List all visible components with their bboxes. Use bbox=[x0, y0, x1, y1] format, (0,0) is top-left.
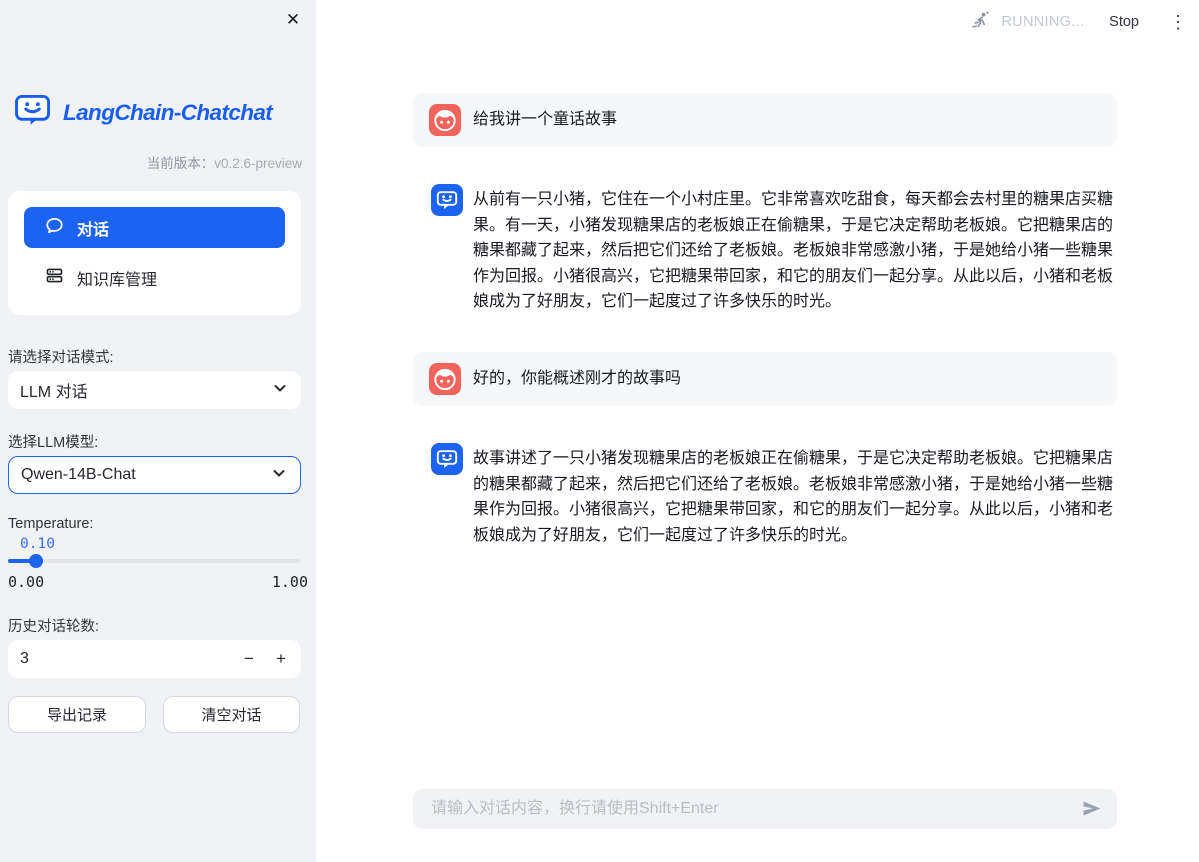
assistant-avatar bbox=[431, 443, 463, 475]
slider-thumb[interactable] bbox=[29, 554, 43, 568]
nav-item-label: 知识库管理 bbox=[77, 266, 157, 290]
chevron-down-icon bbox=[271, 379, 289, 402]
message-text: 从前有一只小猪，它住在一个小村庄里。它非常喜欢吃甜食，每天都会去村里的糖果店买糖… bbox=[473, 187, 1113, 315]
clear-dialogue-button[interactable]: 清空对话 bbox=[163, 696, 300, 733]
version-label: 当前版本： bbox=[147, 156, 215, 171]
history-rounds-input-group: − + bbox=[8, 640, 301, 678]
user-avatar bbox=[429, 363, 461, 395]
temperature-label: Temperature: bbox=[8, 516, 93, 532]
chat-bubble-icon bbox=[45, 216, 64, 240]
temperature-min: 0.00 bbox=[8, 573, 44, 591]
database-server-icon bbox=[45, 266, 64, 290]
kebab-menu-button[interactable]: ⋮ bbox=[1165, 13, 1191, 31]
running-status-text: RUNNING... bbox=[1001, 14, 1084, 30]
app-title: LangChain-Chatchat bbox=[63, 100, 272, 126]
export-history-button[interactable]: 导出记录 bbox=[8, 696, 146, 733]
version-info: 当前版本：v0.2.6-preview bbox=[147, 152, 302, 172]
history-rounds-label: 历史对话轮数: bbox=[8, 615, 99, 636]
slider-track[interactable] bbox=[8, 559, 300, 563]
header-status-area: RUNNING... Stop ⋮ bbox=[971, 0, 1191, 44]
user-message: 好的，你能概述刚才的故事吗 bbox=[413, 352, 1117, 406]
dialog-mode-select[interactable]: LLM 对话 bbox=[8, 371, 301, 409]
message-text: 给我讲一个童话故事 bbox=[473, 107, 617, 133]
chevron-down-icon bbox=[270, 464, 288, 487]
decrement-button[interactable]: − bbox=[233, 641, 265, 677]
nav-item-knowledge-base[interactable]: 知识库管理 bbox=[24, 257, 285, 298]
send-button[interactable] bbox=[1079, 797, 1105, 821]
temperature-value: 0.10 bbox=[20, 536, 55, 552]
llm-model-value: Qwen-14B-Chat bbox=[21, 466, 136, 484]
increment-button[interactable]: + bbox=[265, 641, 297, 677]
chat-input[interactable] bbox=[429, 799, 1079, 819]
nav-item-dialogue[interactable]: 对话 bbox=[24, 207, 285, 248]
message-text: 好的，你能概述刚才的故事吗 bbox=[473, 366, 681, 392]
version-value: v0.2.6-preview bbox=[214, 156, 302, 171]
running-man-icon bbox=[971, 11, 990, 34]
sidebar: ✕ LangChain-Chatchat 当前版本：v0.2.6-preview… bbox=[0, 0, 316, 862]
temperature-slider[interactable] bbox=[8, 554, 300, 568]
chat-input-bar bbox=[413, 789, 1117, 829]
stop-button[interactable]: Stop bbox=[1109, 14, 1139, 30]
dialog-mode-label: 请选择对话模式: bbox=[8, 346, 114, 367]
temperature-max: 1.00 bbox=[272, 573, 308, 591]
history-rounds-input[interactable] bbox=[8, 650, 233, 668]
llm-model-label: 选择LLM模型: bbox=[8, 431, 98, 452]
user-message: 给我讲一个童话故事 bbox=[413, 93, 1117, 147]
send-arrow-icon bbox=[1081, 806, 1103, 821]
message-text: 故事讲述了一只小猪发现糖果店的老板娘正在偷糖果，于是它决定帮助老板娘。它把糖果店… bbox=[473, 446, 1113, 548]
assistant-avatar bbox=[431, 184, 463, 216]
assistant-message: 故事讲述了一只小猪发现糖果店的老板娘正在偷糖果，于是它决定帮助老板娘。它把糖果店… bbox=[413, 443, 1117, 548]
user-avatar bbox=[429, 104, 461, 136]
llm-model-select[interactable]: Qwen-14B-Chat bbox=[8, 456, 301, 494]
dialog-mode-value: LLM 对话 bbox=[20, 378, 88, 402]
app-logo: LangChain-Chatchat bbox=[14, 94, 272, 132]
nav-item-label: 对话 bbox=[77, 216, 109, 240]
chat-bubble-smiley-icon bbox=[14, 94, 54, 132]
close-sidebar-button[interactable]: ✕ bbox=[279, 6, 307, 34]
assistant-message: 从前有一只小猪，它住在一个小村庄里。它非常喜欢吃甜食，每天都会去村里的糖果店买糖… bbox=[413, 184, 1117, 315]
nav-card: 对话 知识库管理 bbox=[8, 191, 301, 315]
chat-message-list: 给我讲一个童话故事 从前有一只小猪，它住在一个小村庄里。它非常喜欢吃甜食，每天都… bbox=[413, 93, 1117, 585]
